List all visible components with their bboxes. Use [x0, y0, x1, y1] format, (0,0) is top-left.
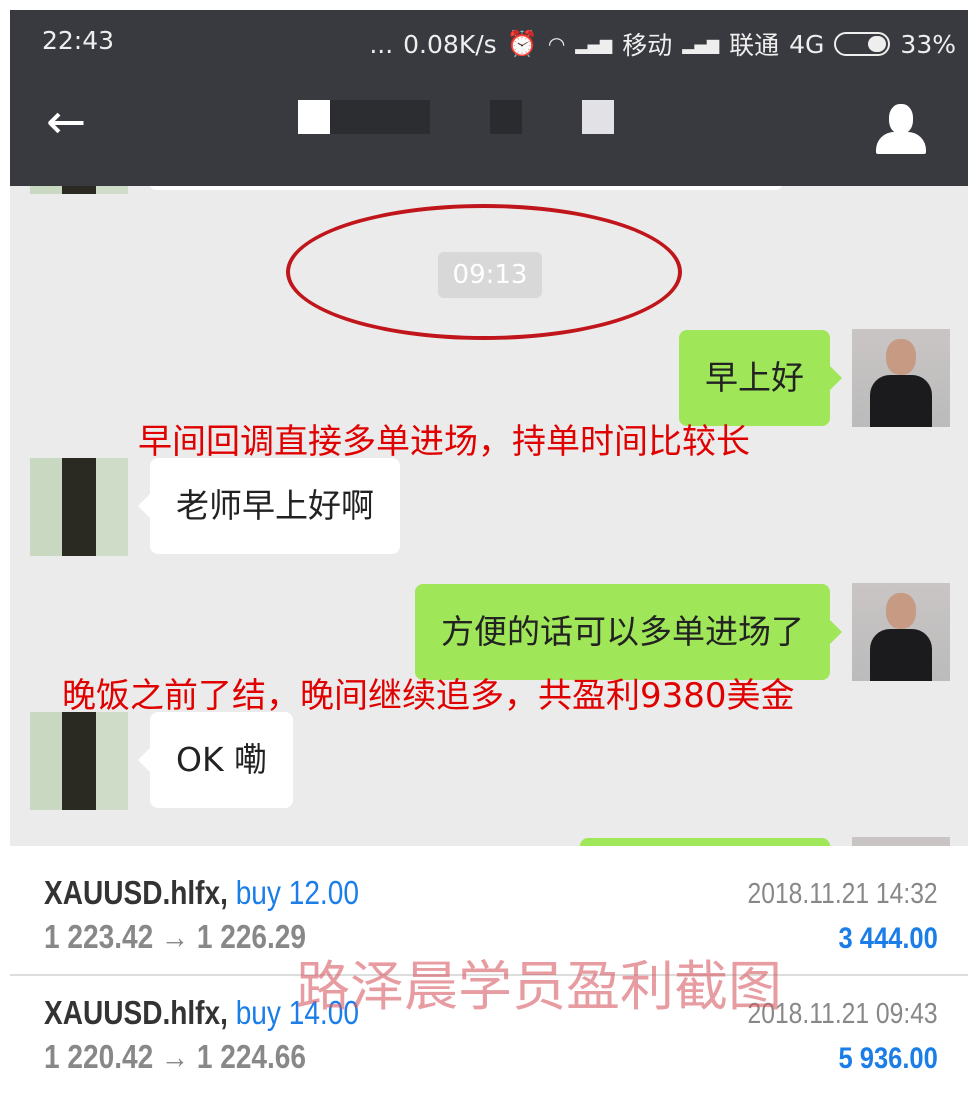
- avatar[interactable]: [30, 712, 128, 810]
- arrow-left-icon[interactable]: ←: [46, 94, 86, 150]
- battery-icon: [834, 32, 891, 56]
- chat-header: ←: [10, 70, 968, 186]
- previous-bubble: [150, 186, 782, 190]
- person-icon[interactable]: [876, 104, 926, 154]
- avatar: [30, 186, 128, 194]
- avatar[interactable]: [852, 837, 950, 846]
- trade-symbol: XAUUSD.hlfx,: [44, 994, 228, 1031]
- network-type: 4G: [789, 29, 825, 59]
- message-bubble[interactable]: OK 嘞: [137, 712, 294, 808]
- carrier-2: 联通: [729, 31, 780, 60]
- timestamp: 09:13: [438, 252, 542, 298]
- net-speed: 0.08K/s: [403, 29, 497, 59]
- trade-profit: 5 936.00: [838, 1042, 938, 1075]
- trade-datetime: 2018.11.21 14:32: [747, 878, 938, 910]
- chat-area[interactable]: 09:13 早上好 老师早上好啊 方便的话可以多单进场了 OK 嘞 早间回调直接…: [10, 186, 968, 846]
- status-bar: 22:43 ... 0.08K/s ⏰ ◠ ▂▄▆ 移动 ▂▄▆ 联通 4G 3…: [10, 10, 968, 70]
- trade-price: 1 223.42 → 1 226.29: [44, 918, 307, 955]
- watermark: 路泽晨学员盈利截图: [296, 955, 782, 1018]
- annotation-text: 晚饭之前了结，晚间继续追多，共盈利9380美金: [62, 676, 795, 716]
- trade-side: buy 12.00: [235, 874, 359, 911]
- trade-history: XAUUSD.hlfx, buy 12.00 1 223.42 → 1 226.…: [10, 846, 968, 1090]
- avatar[interactable]: [852, 583, 950, 681]
- trade-price: 1 220.42 → 1 224.66: [44, 1038, 307, 1075]
- message-bubble[interactable]: [580, 838, 830, 846]
- annotation-text: 早间回调直接多单进场，持单时间比较长: [138, 422, 750, 462]
- avatar[interactable]: [852, 329, 950, 427]
- chat-title-redacted: [298, 100, 628, 134]
- message-bubble[interactable]: 老师早上好啊: [138, 458, 400, 554]
- avatar[interactable]: [30, 458, 128, 556]
- trade-profit: 3 444.00: [838, 922, 938, 955]
- more-dots: ...: [369, 29, 394, 59]
- message-bubble[interactable]: 方便的话可以多单进场了: [415, 584, 842, 680]
- alarm-icon: ⏰: [506, 29, 538, 58]
- signal-icon: ▂▄▆: [682, 34, 720, 54]
- trade-symbol: XAUUSD.hlfx,: [44, 874, 228, 911]
- clock: 22:43: [42, 26, 115, 55]
- message-bubble[interactable]: 早上好: [679, 330, 842, 426]
- wifi-icon: ◠: [547, 32, 566, 56]
- carrier-1: 移动: [622, 31, 673, 60]
- battery-level: 33%: [900, 29, 956, 59]
- signal-icon: ▂▄▆: [575, 34, 613, 54]
